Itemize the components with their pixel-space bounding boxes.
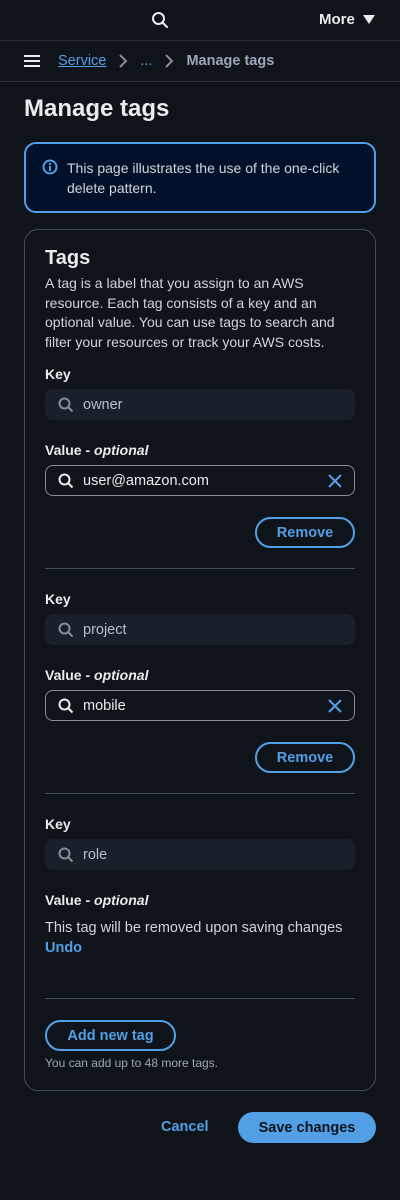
search-icon [58, 397, 74, 412]
more-label: More [319, 11, 355, 28]
divider [45, 998, 355, 999]
key-label: Key [45, 816, 71, 832]
key-label: Key [45, 366, 71, 382]
tags-description: A tag is a label that you assign to an A… [45, 275, 335, 350]
remove-button[interactable]: Remove [255, 517, 355, 548]
value-input[interactable]: mobile [45, 690, 355, 721]
search-icon [58, 622, 74, 637]
search-icon[interactable] [151, 11, 169, 29]
search-icon [58, 847, 74, 862]
removed-message: This tag will be removed upon saving cha… [45, 920, 343, 936]
key-value: project [83, 621, 127, 638]
alert-message: This page illustrates the use of the one… [67, 160, 340, 196]
caret-down-icon [362, 14, 375, 24]
value-text: user@amazon.com [83, 472, 209, 489]
tag-limit-hint: You can add up to 48 more tags. [45, 1056, 219, 1070]
info-alert: This page illustrates the use of the one… [24, 142, 376, 213]
value-text: mobile [83, 697, 126, 714]
divider [45, 793, 355, 794]
info-icon [42, 159, 58, 175]
value-label-text: Value - [45, 892, 95, 908]
value-label: Value - optional [45, 892, 148, 908]
chevron-right-icon [165, 54, 174, 68]
breadcrumb-current: Manage tags [186, 53, 275, 69]
optional-label: optional [94, 892, 149, 908]
key-input: role [45, 839, 355, 870]
value-input[interactable]: user@amazon.com [45, 465, 355, 496]
more-menu-button[interactable]: More [319, 11, 375, 28]
value-label-text: Value - [45, 667, 95, 683]
search-icon [58, 698, 74, 713]
divider [45, 568, 355, 569]
value-label: Value - optional [45, 442, 148, 458]
key-input: owner [45, 389, 355, 420]
remove-button[interactable]: Remove [255, 742, 355, 773]
search-icon [58, 473, 74, 488]
key-value: role [83, 846, 108, 863]
tags-heading: Tags [45, 247, 91, 269]
clear-icon[interactable] [327, 473, 343, 489]
value-label-text: Value - [45, 442, 95, 458]
breadcrumb-ellipsis[interactable]: ... [140, 53, 152, 69]
optional-label: optional [94, 667, 149, 683]
cancel-button[interactable]: Cancel [161, 1119, 209, 1135]
page-title: Manage tags [24, 95, 170, 122]
top-navigation: More [0, 0, 400, 41]
add-new-tag-button[interactable]: Add new tag [45, 1020, 176, 1051]
tags-container: Tags A tag is a label that you assign to… [24, 229, 376, 1091]
optional-label: optional [94, 442, 149, 458]
save-changes-button[interactable]: Save changes [238, 1112, 376, 1143]
chevron-right-icon [119, 54, 128, 68]
undo-link[interactable]: Undo [45, 940, 82, 956]
breadcrumb: Service ... Manage tags [0, 41, 400, 82]
hamburger-menu-icon[interactable] [24, 54, 40, 68]
key-input: project [45, 614, 355, 645]
value-label: Value - optional [45, 667, 148, 683]
clear-icon[interactable] [327, 698, 343, 714]
key-value: owner [83, 396, 123, 413]
key-label: Key [45, 591, 71, 607]
breadcrumb-service-link[interactable]: Service [58, 53, 106, 69]
